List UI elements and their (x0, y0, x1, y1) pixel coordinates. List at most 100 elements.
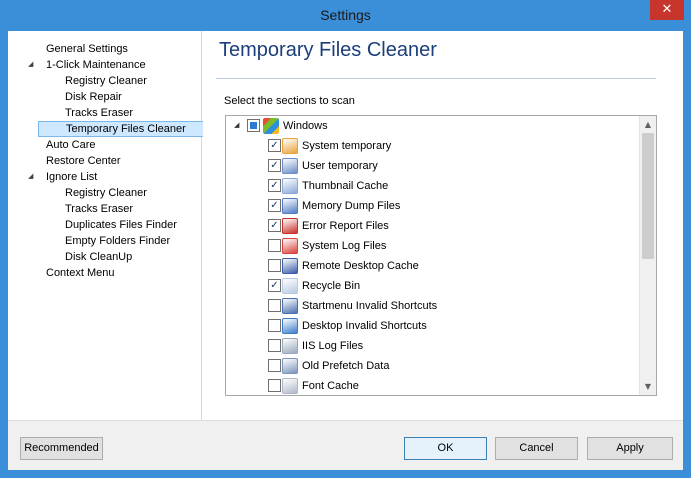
group-checkbox[interactable] (247, 119, 260, 132)
unchecked-icon (269, 380, 280, 391)
section-label: Startmenu Invalid Shortcuts (302, 300, 438, 312)
desktop-shortcut-icon (282, 318, 298, 334)
checkmark-icon: ✓ (270, 140, 279, 151)
startmenu-shortcut-icon (282, 298, 298, 314)
section-label: System Log Files (302, 240, 387, 252)
group-label: Windows (283, 120, 328, 132)
section-row[interactable]: ✓ Memory Dump Files (226, 196, 626, 216)
iis-log-icon (282, 338, 298, 354)
section-checkbox[interactable] (268, 339, 281, 352)
section-row[interactable]: Startmenu Invalid Shortcuts (226, 296, 626, 316)
section-row[interactable]: Font Cache (226, 376, 626, 395)
title-bar[interactable]: Settings ✕ (0, 0, 691, 31)
checkmark-icon: ✓ (270, 180, 279, 191)
section-label: User temporary (302, 160, 378, 172)
scroll-up-icon[interactable]: ▲ (640, 116, 656, 133)
sections-hint: Select the sections to scan (224, 95, 355, 107)
scroll-down-icon[interactable]: ▼ (640, 378, 656, 395)
section-row[interactable]: ✓ System temporary (226, 136, 626, 156)
apply-button[interactable]: Apply (587, 437, 673, 460)
section-row[interactable]: Old Prefetch Data (226, 356, 626, 376)
main-pane: Temporary Files Cleaner Select the secti… (203, 31, 683, 420)
collapse-arrow-icon[interactable]: ◢ (234, 119, 239, 133)
tree-item[interactable]: Disk Repair (61, 89, 126, 105)
ok-button[interactable]: OK (404, 437, 487, 460)
unchecked-icon (269, 260, 280, 271)
unchecked-icon (269, 340, 280, 351)
window-title: Settings (320, 7, 371, 23)
expand-arrow-icon[interactable]: ◢ (28, 57, 33, 73)
section-label: Font Cache (302, 380, 359, 392)
section-label: IIS Log Files (302, 340, 364, 352)
system-log-icon (282, 238, 298, 254)
footer-bar: Recommended OK Cancel Apply (8, 420, 683, 470)
section-row[interactable]: ✓ Error Report Files (226, 216, 626, 236)
sections-list[interactable]: ▲ ▼ ◢ Windows ✓ System temporary ✓ User tempo… (225, 115, 657, 396)
vertical-scrollbar[interactable]: ▲ ▼ (639, 116, 656, 395)
tree-item[interactable]: Duplicates Files Finder (61, 217, 181, 233)
settings-tree: General Settings ◢ 1-Click Maintenance Regi… (8, 31, 211, 420)
expand-arrow-icon[interactable]: ◢ (28, 169, 33, 185)
section-checkbox[interactable]: ✓ (268, 199, 281, 212)
unchecked-icon (269, 300, 280, 311)
tree-item[interactable]: Disk CleanUp (61, 249, 136, 265)
tree-item[interactable]: Ignore List (42, 169, 101, 185)
section-checkbox[interactable] (268, 379, 281, 392)
section-row[interactable]: Desktop Invalid Shortcuts (226, 316, 626, 336)
page-title: Temporary Files Cleaner (219, 39, 437, 61)
tree-item[interactable]: Registry Cleaner (61, 185, 151, 201)
section-checkbox[interactable] (268, 359, 281, 372)
section-label: System temporary (302, 140, 392, 152)
section-row[interactable]: System Log Files (226, 236, 626, 256)
tree-item[interactable]: Tracks Eraser (61, 201, 137, 217)
section-checkbox[interactable]: ✓ (268, 279, 281, 292)
windows-logo-icon (263, 118, 279, 134)
section-row[interactable]: ✓ User temporary (226, 156, 626, 176)
section-row[interactable]: ✓ Recycle Bin (226, 276, 626, 296)
group-row-windows[interactable]: ◢ Windows (226, 116, 626, 136)
section-checkbox[interactable]: ✓ (268, 159, 281, 172)
section-row[interactable]: Remote Desktop Cache (226, 256, 626, 276)
tree-item[interactable]: 1-Click Maintenance (42, 57, 150, 73)
error-report-icon (282, 218, 298, 234)
checkmark-icon: ✓ (270, 220, 279, 231)
tree-item[interactable]: Registry Cleaner (61, 73, 151, 89)
section-checkbox[interactable]: ✓ (268, 139, 281, 152)
tree-item[interactable]: General Settings (42, 41, 132, 57)
section-checkbox[interactable] (268, 299, 281, 312)
tree-item[interactable]: Tracks Eraser (61, 105, 137, 121)
unchecked-icon (269, 360, 280, 371)
section-label: Remote Desktop Cache (302, 260, 419, 272)
close-button[interactable]: ✕ (650, 0, 684, 20)
scroll-thumb[interactable] (642, 133, 654, 259)
section-label: Memory Dump Files (302, 200, 401, 212)
memory-dump-icon (282, 198, 298, 214)
section-label: Old Prefetch Data (302, 360, 390, 372)
recommended-button[interactable]: Recommended (20, 437, 103, 460)
tree-item[interactable]: Empty Folders Finder (61, 233, 174, 249)
section-checkbox[interactable]: ✓ (268, 179, 281, 192)
settings-window: Settings ✕ General Settings ◢ 1-Click Main… (0, 0, 691, 478)
section-row[interactable]: IIS Log Files (226, 336, 626, 356)
recycle-bin-icon (282, 278, 298, 294)
thumbnail-cache-icon (282, 178, 298, 194)
section-checkbox[interactable]: ✓ (268, 219, 281, 232)
title-divider (216, 78, 656, 79)
section-label: Thumbnail Cache (302, 180, 389, 192)
tree-item[interactable]: Auto Care (42, 137, 100, 153)
section-checkbox[interactable] (268, 259, 281, 272)
section-checkbox[interactable] (268, 239, 281, 252)
tree-item[interactable]: Temporary Files Cleaner (38, 121, 211, 137)
close-icon: ✕ (661, 2, 673, 17)
windows-flag-icon (282, 138, 298, 154)
checkmark-icon: ✓ (270, 200, 279, 211)
section-label: Error Report Files (302, 220, 389, 232)
section-checkbox[interactable] (268, 319, 281, 332)
section-row[interactable]: ✓ Thumbnail Cache (226, 176, 626, 196)
tree-item[interactable]: Restore Center (42, 153, 125, 169)
tree-item[interactable]: Context Menu (42, 265, 118, 281)
cancel-button[interactable]: Cancel (495, 437, 578, 460)
prefetch-icon (282, 358, 298, 374)
unchecked-icon (269, 320, 280, 331)
section-label: Recycle Bin (302, 280, 361, 292)
